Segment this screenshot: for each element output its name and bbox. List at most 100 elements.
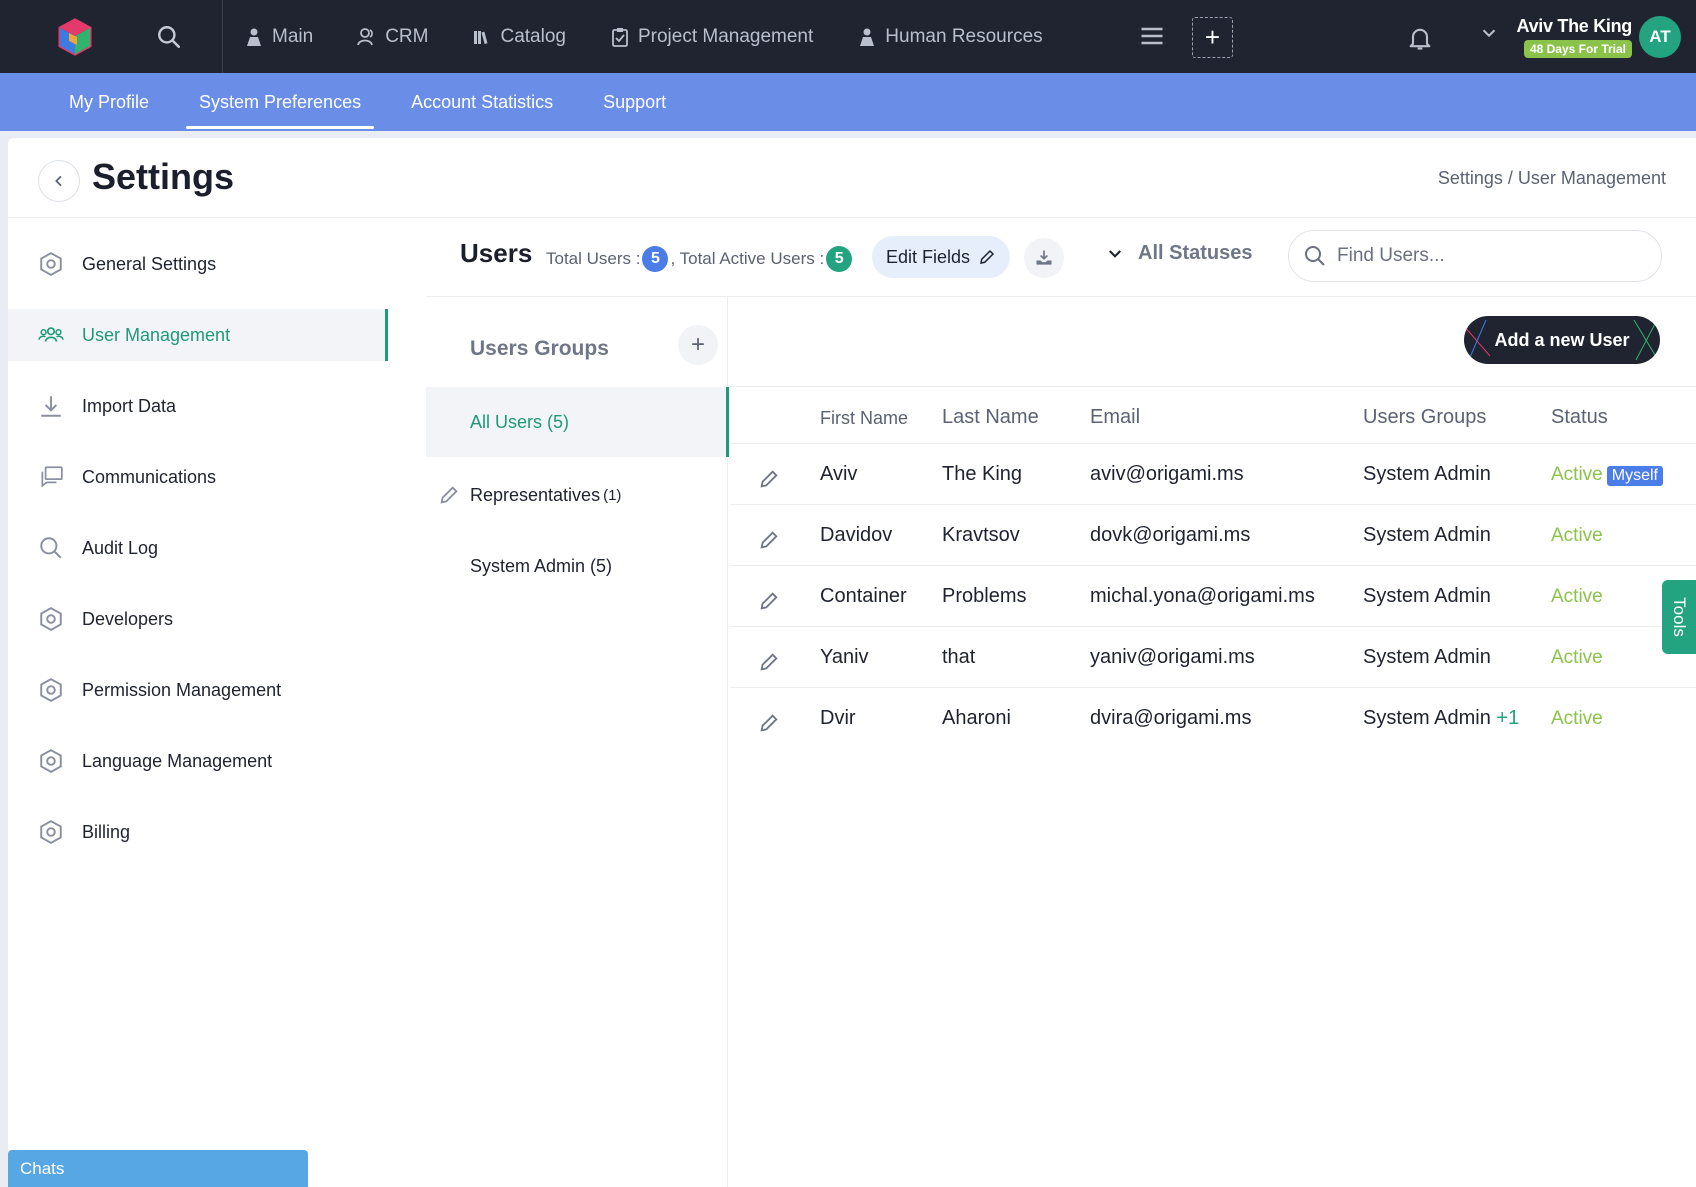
nav-project-management-label: Project Management (637, 25, 814, 47)
pencil-icon[interactable] (758, 529, 780, 551)
cell-status: Active (1551, 525, 1603, 546)
menu-label: Language Management (82, 750, 273, 771)
group-label: Representatives (470, 484, 601, 505)
menu-label: Communications (82, 466, 217, 487)
menu-label: Developers (82, 608, 174, 629)
menu-general-settings[interactable]: General Settings (8, 238, 388, 290)
cell-status: Active Myself (1551, 464, 1663, 486)
find-users-input[interactable] (1337, 245, 1637, 267)
pencil-icon (980, 249, 995, 264)
app-logo[interactable] (0, 0, 150, 73)
trial-badge: 48 Days For Trial (1523, 40, 1632, 58)
cell-last-name: Aharoni (942, 707, 1011, 729)
person-icon (860, 28, 875, 46)
pencil-icon[interactable] (758, 590, 780, 612)
menu-audit-log[interactable]: Audit Log (8, 522, 388, 574)
user-menu-toggle[interactable] (1478, 22, 1500, 44)
top-divider (222, 0, 223, 73)
notifications-button[interactable] (1406, 24, 1434, 52)
pencil-icon[interactable] (438, 484, 460, 506)
avatar[interactable]: AT (1639, 16, 1681, 58)
settings-gear-icon (38, 748, 64, 774)
nav-crm[interactable]: CRM (357, 0, 428, 73)
status-active: Active (1551, 464, 1603, 485)
find-users-search (1288, 230, 1662, 282)
settings-gear-icon (38, 251, 64, 277)
pencil-icon[interactable] (758, 712, 780, 734)
subnav-support[interactable]: Support (590, 73, 679, 131)
chevron-down-icon (1109, 249, 1121, 258)
settings-gear-icon (38, 819, 64, 845)
menu-label: User Management (82, 324, 231, 345)
top-navbar: Main CRM Catalog Project Management Huma… (0, 0, 1696, 73)
nav-catalog[interactable]: Catalog (472, 0, 566, 73)
pencil-icon[interactable] (758, 468, 780, 490)
back-button[interactable] (38, 160, 80, 202)
nav-main-label: Main (272, 25, 314, 47)
col-users-groups[interactable]: Users Groups (1363, 406, 1486, 429)
table-divider (730, 386, 1696, 387)
cell-status: Active (1551, 647, 1603, 668)
search-icon (38, 535, 64, 561)
menu-label: Permission Management (82, 679, 282, 700)
myself-badge: Myself (1606, 466, 1663, 486)
nav-human-resources[interactable]: Human Resources (857, 0, 1043, 73)
col-last-name[interactable]: Last Name (942, 406, 1039, 429)
cell-users-groups: System Admin (1363, 524, 1491, 546)
group-representatives[interactable]: Representatives (1) (426, 460, 728, 530)
decorative-lines-icon (1633, 319, 1659, 361)
cell-first-name: Yaniv (820, 646, 869, 668)
cell-status: Active (1551, 708, 1603, 729)
tools-label: Tools (1670, 597, 1689, 637)
group-count: (1) (603, 486, 622, 504)
nav-crm-label: CRM (385, 25, 429, 47)
cell-email: yaniv@origami.ms (1090, 646, 1255, 668)
settings-menu: General Settings User Management Import … (8, 238, 388, 877)
chats-label: Chats (20, 1158, 65, 1178)
add-group-button[interactable]: + (678, 325, 718, 365)
col-status[interactable]: Status (1551, 406, 1608, 429)
logo-icon (58, 17, 92, 56)
menu-permission-management[interactable]: Permission Management (8, 664, 388, 716)
group-system-admin[interactable]: System Admin (5) (426, 531, 728, 601)
user-info[interactable]: Aviv The King 48 Days For Trial (1512, 16, 1632, 58)
add-new-user-button[interactable]: Add a new User (1464, 316, 1660, 364)
nav-project-management[interactable]: Project Management (610, 0, 813, 73)
users-title: Users (460, 238, 533, 268)
cell-first-name: Davidov (820, 524, 893, 546)
cell-users-groups: System Admin (1363, 463, 1491, 485)
users-groups-panel: Users Groups + All Users (5) Representat… (426, 297, 729, 1187)
tools-tab[interactable]: Tools (1662, 580, 1696, 654)
status-filter-dropdown[interactable]: All Statuses (1106, 242, 1252, 265)
chats-bar[interactable]: Chats (8, 1150, 308, 1187)
user-name: Aviv The King (1516, 16, 1633, 36)
more-menu-button[interactable] (1138, 22, 1166, 50)
subnav-my-profile[interactable]: My Profile (56, 73, 162, 131)
col-first-name[interactable]: First Name (820, 408, 908, 429)
more-groups-badge[interactable]: +1 (1496, 707, 1519, 729)
subnav-system-preferences[interactable]: System Preferences (186, 73, 375, 131)
hamburger-icon (1141, 27, 1163, 45)
quick-add-button[interactable]: + (1192, 17, 1233, 58)
export-button[interactable] (1024, 238, 1064, 278)
menu-communications[interactable]: Communications (8, 451, 388, 503)
menu-language-management[interactable]: Language Management (8, 735, 388, 787)
cell-first-name: Dvir (820, 707, 856, 729)
global-search-button[interactable] (152, 20, 186, 54)
menu-billing[interactable]: Billing (8, 806, 388, 858)
group-all-users[interactable]: All Users (5) (426, 387, 729, 457)
menu-user-management[interactable]: User Management (8, 309, 388, 361)
total-users-label: Total Users : (546, 249, 641, 268)
edit-fields-button[interactable]: Edit Fields (872, 236, 1011, 278)
subnav-account-statistics[interactable]: Account Statistics (398, 73, 566, 131)
pencil-icon[interactable] (758, 651, 780, 673)
download-icon (38, 393, 64, 419)
cell-last-name: Problems (942, 585, 1027, 607)
menu-import-data[interactable]: Import Data (8, 380, 388, 432)
breadcrumb[interactable]: Settings / User Management (1438, 168, 1666, 189)
cell-email: michal.yona@origami.ms (1090, 585, 1315, 607)
bell-icon (1409, 28, 1431, 50)
nav-main[interactable]: Main (244, 0, 313, 73)
col-email[interactable]: Email (1090, 406, 1140, 429)
menu-developers[interactable]: Developers (8, 593, 388, 645)
